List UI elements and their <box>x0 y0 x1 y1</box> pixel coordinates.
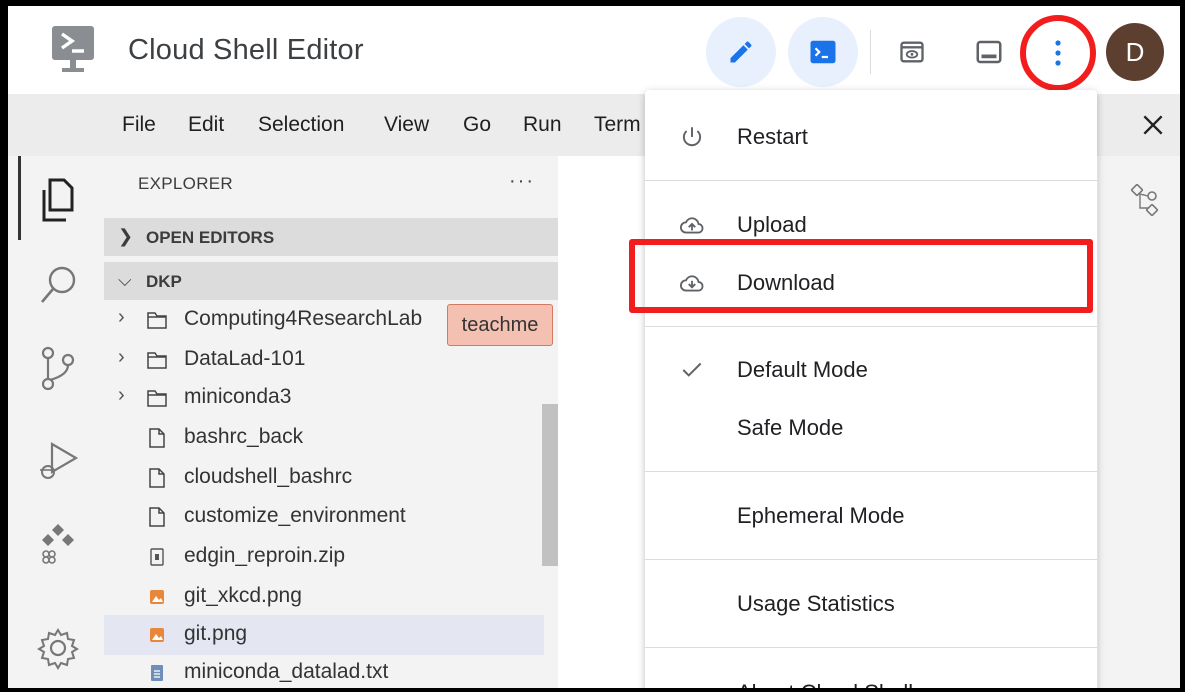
toggle-panel-button[interactable] <box>954 17 1024 87</box>
menu-item-label: About Cloud Shell <box>737 680 913 688</box>
power-icon <box>682 127 702 147</box>
menu-divider <box>645 559 1097 560</box>
outline-icon[interactable] <box>1130 182 1160 218</box>
check-icon <box>682 362 702 377</box>
file-icon <box>149 507 165 527</box>
teachme-tooltip: teachme <box>447 304 553 346</box>
terminal-icon <box>810 40 836 64</box>
chevron-right-icon: ❯ <box>118 226 134 246</box>
image-file-icon <box>150 628 164 642</box>
menu-item-usage-statistics[interactable]: Usage Statistics <box>645 577 1097 629</box>
tree-item-file[interactable]: edgin_reproin.zip <box>104 537 544 577</box>
tree-item-file-selected[interactable]: git.png <box>104 615 544 655</box>
chevron-right-icon: › <box>118 346 125 368</box>
highlight-box <box>629 239 1093 313</box>
menu-divider <box>645 180 1097 181</box>
tree-item-label: git_xkcd.png <box>184 584 302 607</box>
image-file-icon <box>150 590 164 604</box>
menu-divider <box>645 326 1097 327</box>
explorer-more-button[interactable]: ··· <box>509 170 535 193</box>
web-preview-button[interactable] <box>877 17 947 87</box>
chevron-right-icon: › <box>118 384 125 406</box>
menu-item-default-mode[interactable]: Default Mode <box>645 343 1097 395</box>
menu-view[interactable]: View <box>384 113 429 137</box>
tree-item-folder[interactable]: › miniconda3 <box>104 378 544 418</box>
active-indicator <box>18 156 21 240</box>
tree-item-file[interactable]: git_xkcd.png <box>104 577 544 617</box>
workspace-label: DKP <box>146 272 182 291</box>
tree-item-file[interactable]: cloudshell_bashrc <box>104 458 544 498</box>
tree-item-label: git.png <box>184 622 248 645</box>
menu-item-ephemeral-mode[interactable]: Ephemeral Mode <box>645 489 1097 541</box>
source-control-icon[interactable] <box>36 344 80 392</box>
chevron-down-icon: ⌵ <box>118 270 132 290</box>
explorer-scrollbar[interactable] <box>542 404 558 566</box>
app-title: Cloud Shell Editor <box>128 34 364 66</box>
menu-edit[interactable]: Edit <box>188 113 224 137</box>
menu-item-label: Safe Mode <box>737 415 844 440</box>
avatar[interactable]: D <box>1106 23 1164 81</box>
menu-divider <box>645 647 1097 648</box>
app-window: Cloud Shell Editor D File Edit Selection… <box>8 6 1180 688</box>
tree-item-label: miniconda_datalad.txt <box>184 660 389 683</box>
tree-item-file[interactable]: miniconda_datalad.txt <box>104 653 544 688</box>
right-side-bar <box>1098 156 1180 688</box>
files-icon[interactable] <box>36 176 80 224</box>
file-icon <box>149 468 165 488</box>
open-editors-section[interactable]: ❯ OPEN EDITORS <box>104 218 558 256</box>
header-divider <box>870 30 871 74</box>
menu-go[interactable]: Go <box>463 113 491 137</box>
tree-item-label: edgin_reproin.zip <box>184 544 346 567</box>
activity-bar <box>8 156 104 688</box>
tree-item-file[interactable]: customize_environment <box>104 497 544 537</box>
explorer-title: EXPLORER <box>138 174 233 193</box>
edit-button[interactable] <box>706 17 776 87</box>
gear-icon[interactable] <box>36 624 80 672</box>
menu-item-label: Usage Statistics <box>737 591 895 616</box>
tree-item-label: Computing4ResearchLab <box>184 307 423 330</box>
menu-item-restart[interactable]: Restart <box>645 110 1097 162</box>
top-header: Cloud Shell Editor D <box>8 6 1180 94</box>
tree-item-label: customize_environment <box>184 504 406 527</box>
folder-icon <box>147 312 167 329</box>
menu-item-label: Ephemeral Mode <box>737 503 905 528</box>
zip-file-icon <box>150 548 164 566</box>
chevron-right-icon: › <box>118 306 125 328</box>
text-file-icon <box>151 665 163 681</box>
menu-divider <box>645 471 1097 472</box>
more-options-menu: Restart Upload Download Default Mode Saf… <box>645 90 1097 688</box>
web-preview-icon <box>900 41 924 63</box>
close-icon[interactable] <box>1140 112 1166 138</box>
open-editors-label: OPEN EDITORS <box>146 228 275 247</box>
pencil-icon <box>730 41 752 63</box>
tree-item-folder[interactable]: › DataLad-101 <box>104 340 544 380</box>
cloud-upload-icon <box>680 217 704 234</box>
menu-item-label: Default Mode <box>737 357 868 382</box>
menu-selection[interactable]: Selection <box>258 113 344 137</box>
workspace-section[interactable]: ⌵ DKP <box>104 262 558 300</box>
menu-item-about[interactable]: About Cloud Shell <box>645 666 1097 688</box>
panel-icon <box>976 40 1002 64</box>
menu-terminal[interactable]: Term <box>594 113 641 137</box>
menu-file[interactable]: File <box>122 113 156 137</box>
terminal-logo-icon <box>52 26 94 78</box>
highlight-circle <box>1020 15 1096 91</box>
menu-item-safe-mode[interactable]: Safe Mode <box>645 401 1097 453</box>
search-icon[interactable] <box>36 262 80 310</box>
tree-item-label: cloudshell_bashrc <box>184 465 353 488</box>
tree-item-label: bashrc_back <box>184 425 304 448</box>
menu-run[interactable]: Run <box>523 113 562 137</box>
open-terminal-button[interactable] <box>788 17 858 87</box>
run-debug-icon[interactable] <box>36 436 80 484</box>
tree-item-file[interactable]: bashrc_back <box>104 418 544 458</box>
file-icon <box>149 428 165 448</box>
folder-icon <box>147 390 167 407</box>
tree-item-label: DataLad-101 <box>184 347 306 370</box>
folder-icon <box>147 352 167 369</box>
menu-item-label: Restart <box>737 124 808 149</box>
explorer-panel: EXPLORER ··· ❯ OPEN EDITORS ⌵ DKP › Comp… <box>104 156 558 688</box>
cloud-code-icon[interactable] <box>36 518 80 566</box>
menu-item-label: Upload <box>737 212 807 237</box>
tree-item-label: miniconda3 <box>184 385 292 408</box>
